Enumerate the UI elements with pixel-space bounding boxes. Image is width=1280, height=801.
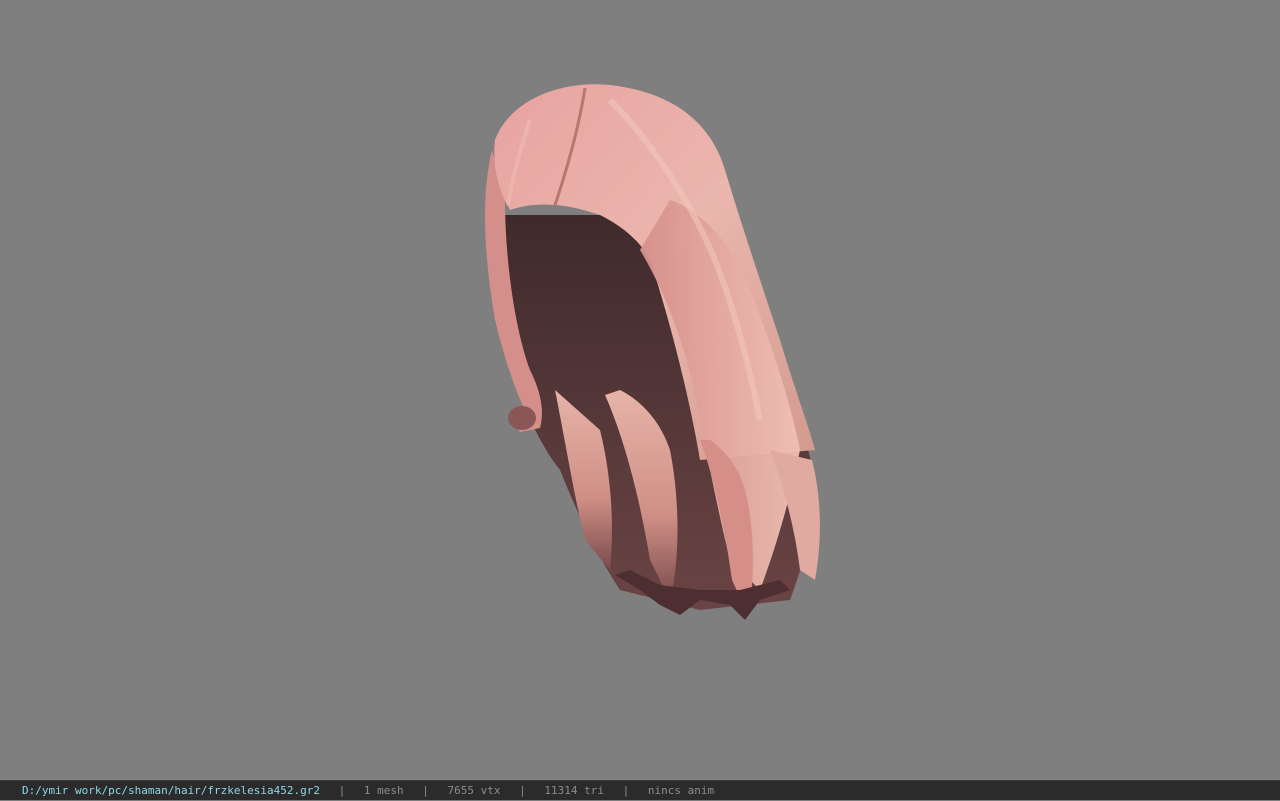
vertex-count: 7655 vtx [447,784,501,797]
separator: | [338,784,346,797]
hair-left-lock-tip [508,406,536,430]
hair-model [484,84,820,620]
animation-status: nincs anim [647,784,715,797]
separator: | [422,784,429,797]
triangle-count: 11314 tri [544,784,604,797]
mesh-count: 1 mesh [363,784,404,797]
status-bar: D:/ymir work/pc/shaman/hair/frzkelesia45… [0,780,1280,800]
3d-viewport[interactable] [0,0,1280,780]
file-path: D:/ymir work/pc/shaman/hair/frzkelesia45… [22,784,321,797]
separator: | [519,784,526,797]
separator: | [622,784,630,797]
